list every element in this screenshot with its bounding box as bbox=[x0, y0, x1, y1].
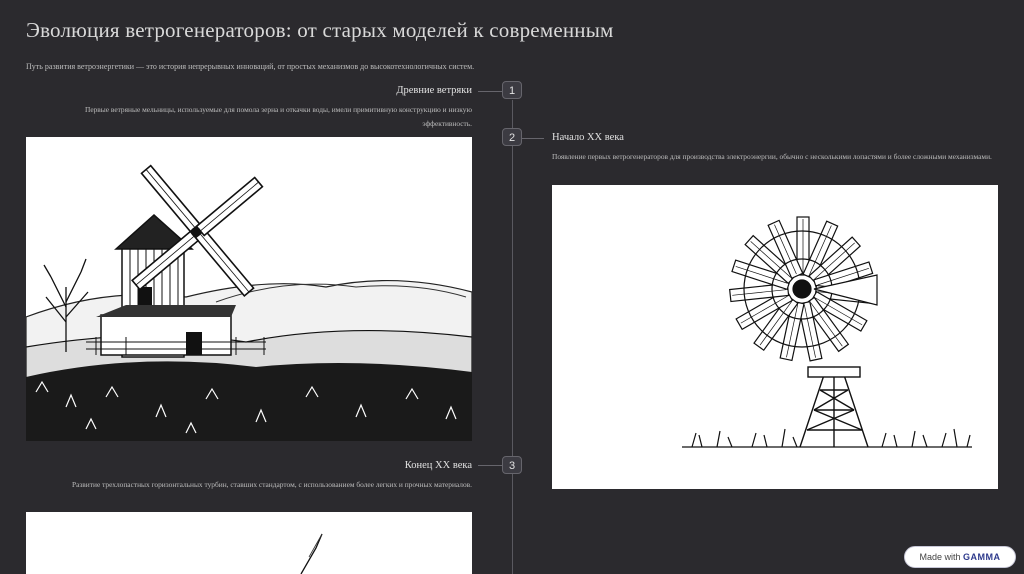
modern-wind-turbine-image bbox=[26, 512, 472, 574]
timeline-title-2: Начало XX века bbox=[552, 132, 624, 143]
timeline-number-3: 3 bbox=[502, 456, 522, 474]
early-wind-turbine-image bbox=[552, 185, 998, 489]
page-subtitle: Путь развития ветроэнергетики — это исто… bbox=[26, 62, 475, 71]
badge-prefix: Made with bbox=[919, 552, 961, 562]
timeline-line bbox=[512, 100, 513, 574]
page-title: Эволюция ветрогенераторов: от старых мод… bbox=[26, 18, 614, 42]
timeline-number-2: 2 bbox=[502, 128, 522, 146]
timeline-description-3: Развитие трехлопастных горизонтальных ту… bbox=[72, 480, 472, 489]
timeline-connector-2 bbox=[522, 138, 544, 139]
timeline-connector-3 bbox=[478, 465, 502, 466]
timeline-title-3: Конец XX века bbox=[404, 460, 472, 471]
made-with-gamma-badge[interactable]: Made with GAMMA bbox=[904, 546, 1016, 568]
timeline-number-1: 1 bbox=[502, 81, 522, 99]
timeline-title-1: Древние ветряки bbox=[396, 85, 472, 96]
timeline-description-1: Первые ветряные мельницы, используемые д… bbox=[84, 105, 472, 128]
timeline-description-2: Появление первых ветрогенераторов для пр… bbox=[552, 152, 992, 161]
gamma-logo: GAMMA bbox=[963, 552, 1001, 562]
old-windmill-image bbox=[26, 137, 472, 441]
timeline-connector-1 bbox=[478, 91, 502, 92]
